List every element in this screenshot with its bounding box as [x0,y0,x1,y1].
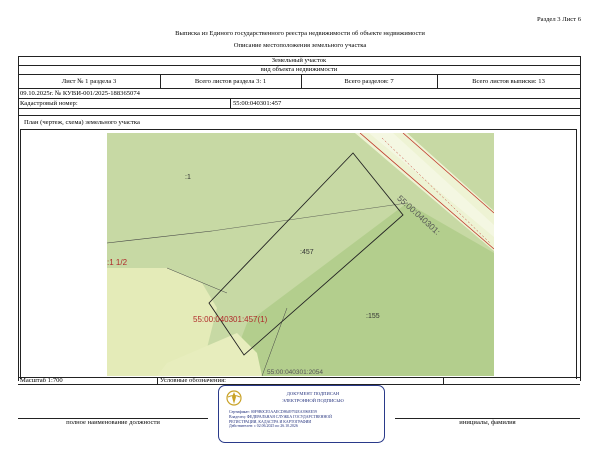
label-bottom: 55:00:040301:2054 [267,369,324,376]
label-parcel-1: :1 [185,174,191,181]
section-sheet-label: Раздел 3 Лист 6 [537,16,581,23]
parcel-map: :1 :457 :155 :1 1/2 55:00:040301:457(1) … [107,133,494,376]
position-caption: полное наименование должности [66,419,160,426]
document-subtitle: Описание местоположения земельного участ… [233,42,367,49]
label-parcel-main: 55:00:040301:457(1) [193,315,268,324]
sheet-of-section: Лист № 1 раздела 3 [61,78,117,85]
name-caption: инициалы, фамилия [459,419,516,426]
stamp-line1: ДОКУМЕНТ ПОДПИСАН [286,391,340,396]
stamp-details: Сертификат: 00F9B0CE5AAECD8649792EA396EE… [229,410,379,429]
object-type-caption: вид объекта недвижимости [260,66,338,73]
label-parcel-155: :155 [366,313,380,320]
object-type: Земельный участок [271,57,327,64]
scale-label: Масштаб 1:700 [20,377,63,384]
cadastral-label: Кадастровый номер: [20,100,78,107]
cadastral-number: 55:00:040301:457 [233,100,282,107]
sections-total: Всего разделов: 7 [344,78,394,85]
sheets-in-section: Всего листов раздела 3: 1 [194,78,267,85]
emblem-icon [226,390,242,406]
plan-caption: План (чертеж, схема) земельного участка [24,119,140,126]
stamp-line2: ЭЛЕКТРОННОЙ ПОДПИСЬЮ [282,398,344,403]
e-signature-stamp: ДОКУМЕНТ ПОДПИСАН ЭЛЕКТРОННОЙ ПОДПИСЬЮ С… [218,385,385,443]
stamp-valid: Действителен: с 02.06.2025 по 26.10.2026 [229,424,298,429]
label-parcel-left: :1 1/2 [107,258,128,267]
date-number: 09.10.2025г. № КУВИ-001/2025-188365074 [20,90,140,97]
document-title: Выписка из Единого государственного реес… [175,30,425,37]
sheets-total: Всего листов выписки: 13 [472,78,545,85]
legend-label: Условные обозначения: [160,377,226,384]
label-parcel-457: :457 [300,249,314,256]
